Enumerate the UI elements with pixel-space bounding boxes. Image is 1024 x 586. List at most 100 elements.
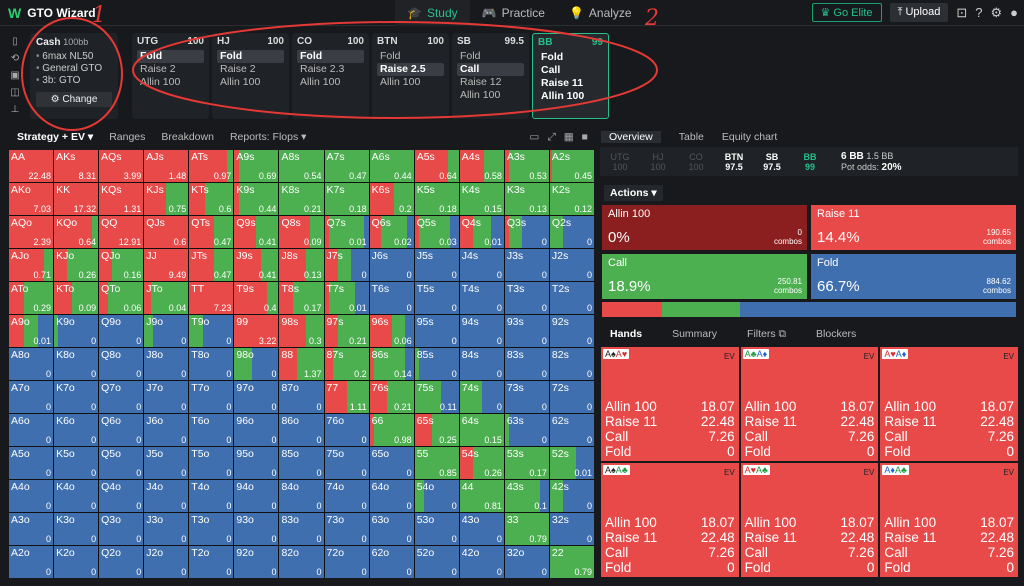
logo[interactable]: W GTO Wizard — [8, 5, 96, 21]
hand-cell[interactable]: 77 1.11 — [324, 381, 369, 413]
hand-cell[interactable]: J7o 0 — [144, 381, 189, 413]
hand-cell[interactable]: A2s 0.45 — [549, 150, 594, 182]
hand-cell[interactable]: 42o 0 — [459, 546, 504, 578]
hand-cell[interactable]: Q3s 0 — [504, 216, 549, 248]
hand-cell[interactable]: K7s 0.18 — [324, 183, 369, 215]
hand-cell[interactable]: K6s 0.2 — [369, 183, 414, 215]
hand-cell[interactable]: 85s 0 — [414, 348, 459, 380]
hand-cell[interactable]: Q2s 0 — [549, 216, 594, 248]
combo-card[interactable]: A♠A♥ EV Allin 100 18.07 Raise 11 22.48 Call 7.2… — [601, 347, 739, 461]
hand-cell[interactable]: T2o 0 — [189, 546, 234, 578]
hand-cell[interactable]: 95o 0 — [234, 447, 279, 479]
hand-cell[interactable]: 92o 0 — [234, 546, 279, 578]
hand-cell[interactable]: KQs 1.31 — [99, 183, 144, 215]
hand-cell[interactable]: A4s 0.58 — [459, 150, 504, 182]
hand-cell[interactable]: TT 7.23 — [189, 282, 234, 314]
user-icon[interactable]: ● — [1010, 5, 1018, 20]
hand-cell[interactable]: K2s 0.12 — [549, 183, 594, 215]
hand-cell[interactable]: 82o 0 — [279, 546, 324, 578]
hand-cell[interactable]: A5o 0 — [9, 447, 54, 479]
hand-cell[interactable]: K9s 0.44 — [234, 183, 279, 215]
tab-blockers[interactable]: Blockers — [816, 328, 856, 341]
hand-cell[interactable]: 93o 0 — [234, 513, 279, 545]
hand-cell[interactable]: 76s 0.21 — [369, 381, 414, 413]
hand-cell[interactable]: K5s 0.18 — [414, 183, 459, 215]
hand-cell[interactable]: J8o 0 — [144, 348, 189, 380]
hand-cell[interactable]: J7s 0 — [324, 249, 369, 281]
hand-cell[interactable]: 53s 0.17 — [504, 447, 549, 479]
hand-cell[interactable]: T4s 0 — [459, 282, 504, 314]
hand-cell[interactable]: 75o 0 — [324, 447, 369, 479]
seat-co[interactable]: CO 100 — [679, 152, 713, 172]
hand-cell[interactable]: 43o 0 — [459, 513, 504, 545]
hand-cell[interactable]: J5s 0 — [414, 249, 459, 281]
hand-cell[interactable]: 86s 0.14 — [369, 348, 414, 380]
combo-card[interactable]: A♠A♣ EV Allin 100 18.07 Raise 11 22.48 Call 7.2… — [601, 463, 739, 577]
hand-cell[interactable]: T9s 0.4 — [234, 282, 279, 314]
change-button[interactable]: ⚙ Change — [36, 92, 112, 107]
hand-cell[interactable]: K6o 0 — [54, 414, 99, 446]
hand-cell[interactable]: A6s 0.44 — [369, 150, 414, 182]
hand-cell[interactable]: Q6s 0.02 — [369, 216, 414, 248]
gear-icon[interactable]: ⚙ — [990, 5, 1002, 21]
hand-cell[interactable]: ATo 0.29 — [9, 282, 54, 314]
hand-cell[interactable]: 98o 0 — [234, 348, 279, 380]
position-action[interactable]: Allin 100 — [217, 76, 284, 89]
seat-hj[interactable]: HJ 100 — [641, 152, 675, 172]
hand-cell[interactable]: 62o 0 — [369, 546, 414, 578]
hand-cell[interactable]: Q2o 0 — [99, 546, 144, 578]
hand-cell[interactable]: T8s 0.17 — [279, 282, 324, 314]
hand-cell[interactable]: 22 0.79 — [549, 546, 594, 578]
hand-cell[interactable]: 54o 0 — [414, 480, 459, 512]
combo-card[interactable]: A♦A♣ EV Allin 100 18.07 Raise 11 22.48 Call 7.2… — [880, 463, 1018, 577]
tab-strategy-ev[interactable]: Strategy + EV ▾ — [17, 131, 93, 143]
hand-cell[interactable]: AKo 7.03 — [9, 183, 54, 215]
hand-cell[interactable]: T2s 0 — [549, 282, 594, 314]
hand-cell[interactable]: Q7o 0 — [99, 381, 144, 413]
hand-cell[interactable]: Q9s 0.41 — [234, 216, 279, 248]
hand-cell[interactable]: A3o 0 — [9, 513, 54, 545]
hand-cell[interactable]: A8s 0.54 — [279, 150, 324, 182]
position-action[interactable]: Fold — [297, 50, 364, 63]
grid-icon[interactable]: ▦ — [564, 131, 574, 144]
hand-cell[interactable]: Q5s 0.03 — [414, 216, 459, 248]
position-action[interactable]: Fold — [217, 50, 284, 63]
hand-cell[interactable]: 76o 0 — [324, 414, 369, 446]
position-action[interactable]: Fold — [377, 50, 444, 63]
hand-cell[interactable]: Q8s 0.09 — [279, 216, 324, 248]
hand-cell[interactable]: KQo 0.64 — [54, 216, 99, 248]
seat-utg[interactable]: UTG 100 — [603, 152, 637, 172]
hand-cell[interactable]: 73o 0 — [324, 513, 369, 545]
go-elite-button[interactable]: ♛ Go Elite — [811, 3, 882, 22]
hand-cell[interactable]: T4o 0 — [189, 480, 234, 512]
hand-cell[interactable]: 66 0.98 — [369, 414, 414, 446]
hand-cell[interactable]: A9o 0.01 — [9, 315, 54, 347]
hand-cell[interactable]: K8o 0 — [54, 348, 99, 380]
hand-cell[interactable]: J4o 0 — [144, 480, 189, 512]
hand-cell[interactable]: 95s 0 — [414, 315, 459, 347]
actions-dropdown[interactable]: Actions ▾ — [604, 185, 663, 201]
hand-cell[interactable]: A2o 0 — [9, 546, 54, 578]
gamepad-icon[interactable]: ◫ — [10, 87, 19, 98]
hand-cell[interactable]: AQs 3.99 — [99, 150, 144, 182]
hand-cell[interactable]: T8o 0 — [189, 348, 234, 380]
hand-cell[interactable]: JTo 0.04 — [144, 282, 189, 314]
hand-cell[interactable]: 98s 0.3 — [279, 315, 324, 347]
position-action[interactable]: Allin 100 — [297, 76, 364, 89]
hand-cell[interactable]: 64o 0 — [369, 480, 414, 512]
hand-cell[interactable]: T9o 0 — [189, 315, 234, 347]
hand-cell[interactable]: 42s 0 — [549, 480, 594, 512]
hand-cell[interactable]: 52s 0.01 — [549, 447, 594, 479]
hand-cell[interactable]: J8s 0.13 — [279, 249, 324, 281]
hand-cell[interactable]: T5o 0 — [189, 447, 234, 479]
hand-cell[interactable]: 64s 0.15 — [459, 414, 504, 446]
hand-cell[interactable]: 97s 0.21 — [324, 315, 369, 347]
hand-cell[interactable]: QJo 0.16 — [99, 249, 144, 281]
combo-card[interactable]: A♣A♦ EV Allin 100 18.07 Raise 11 22.48 Call 7.2… — [740, 347, 879, 461]
hand-cell[interactable]: J9s 0.41 — [234, 249, 279, 281]
hand-cell[interactable]: KTo 0.09 — [54, 282, 99, 314]
hand-cell[interactable]: 83o 0 — [279, 513, 324, 545]
position-utg[interactable]: UTG 100 Fold Raise 2 Allin 100 — [132, 33, 209, 119]
position-hj[interactable]: HJ 100 Fold Raise 2 Allin 100 — [212, 33, 289, 119]
hand-cell[interactable]: Q4s 0.01 — [459, 216, 504, 248]
